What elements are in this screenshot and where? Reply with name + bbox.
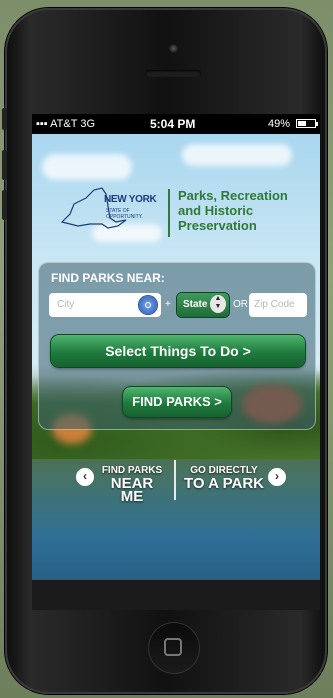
- find-parks-button[interactable]: FIND PARKS >: [123, 387, 231, 417]
- home-button[interactable]: [148, 622, 200, 674]
- chevron-right-icon[interactable]: ›: [268, 468, 286, 486]
- near-me-big-label: NEAR ME: [110, 475, 154, 505]
- earpiece-speaker: [145, 70, 201, 77]
- zip-input[interactable]: Zip Code: [249, 293, 307, 317]
- carrier-label: ▪▪▪ AT&T 3G: [36, 118, 96, 130]
- front-camera-icon: [169, 44, 178, 53]
- clock: 5:04 PM: [150, 117, 196, 131]
- cloud-decoration: [42, 154, 132, 180]
- home-square-icon: [164, 638, 182, 656]
- state-select[interactable]: State ▲ ▼: [177, 293, 229, 317]
- up-down-chevron-icon: ▲ ▼: [210, 295, 226, 313]
- bottom-toolbar: [32, 580, 320, 610]
- select-things-to-do-button[interactable]: Select Things To Do >: [51, 335, 305, 367]
- city-input[interactable]: City: [49, 293, 161, 317]
- battery-icon: [296, 119, 318, 128]
- logo-divider: [168, 189, 170, 237]
- status-bar: ▪▪▪ AT&T 3G 5:04 PM 49%: [32, 114, 320, 134]
- city-placeholder: City: [57, 299, 75, 310]
- go-directly-to-park-link[interactable]: GO DIRECTLY TO A PARK: [182, 464, 266, 492]
- agency-name: Parks, Recreation and Historic Preservat…: [178, 188, 288, 233]
- mute-switch: [2, 108, 7, 130]
- go-directly-big-label: TO A PARK: [183, 475, 264, 492]
- zip-placeholder: Zip Code: [254, 299, 295, 310]
- app-screen: ▪▪▪ AT&T 3G 5:04 PM 49% NEW YORK STATE O…: [32, 114, 320, 610]
- find-parks-near-me-link[interactable]: FIND PARKS NEAR ME: [98, 464, 166, 505]
- find-parks-panel: FIND PARKS NEAR: City + State ▲ ▼ OR Zip …: [38, 262, 316, 430]
- cloud-decoration: [182, 144, 292, 166]
- battery-percent: 49%: [267, 118, 290, 130]
- nav-divider: [174, 460, 176, 500]
- plus-separator: +: [165, 299, 171, 310]
- volume-up-button: [2, 150, 7, 180]
- locate-me-icon[interactable]: [139, 296, 157, 314]
- volume-down-button: [2, 190, 7, 220]
- state-tagline: STATE OF OPPORTUNITY.: [106, 208, 143, 220]
- phone-frame: ▪▪▪ AT&T 3G 5:04 PM 49% NEW YORK STATE O…: [2, 8, 327, 694]
- state-name: NEW YORK: [104, 194, 157, 205]
- agency-logo: NEW YORK STATE OF OPPORTUNITY. Parks, Re…: [60, 184, 296, 244]
- chevron-left-icon[interactable]: ‹: [76, 468, 94, 486]
- state-value: State: [183, 299, 208, 310]
- panel-title: FIND PARKS NEAR:: [51, 271, 165, 285]
- or-separator: OR: [233, 299, 248, 310]
